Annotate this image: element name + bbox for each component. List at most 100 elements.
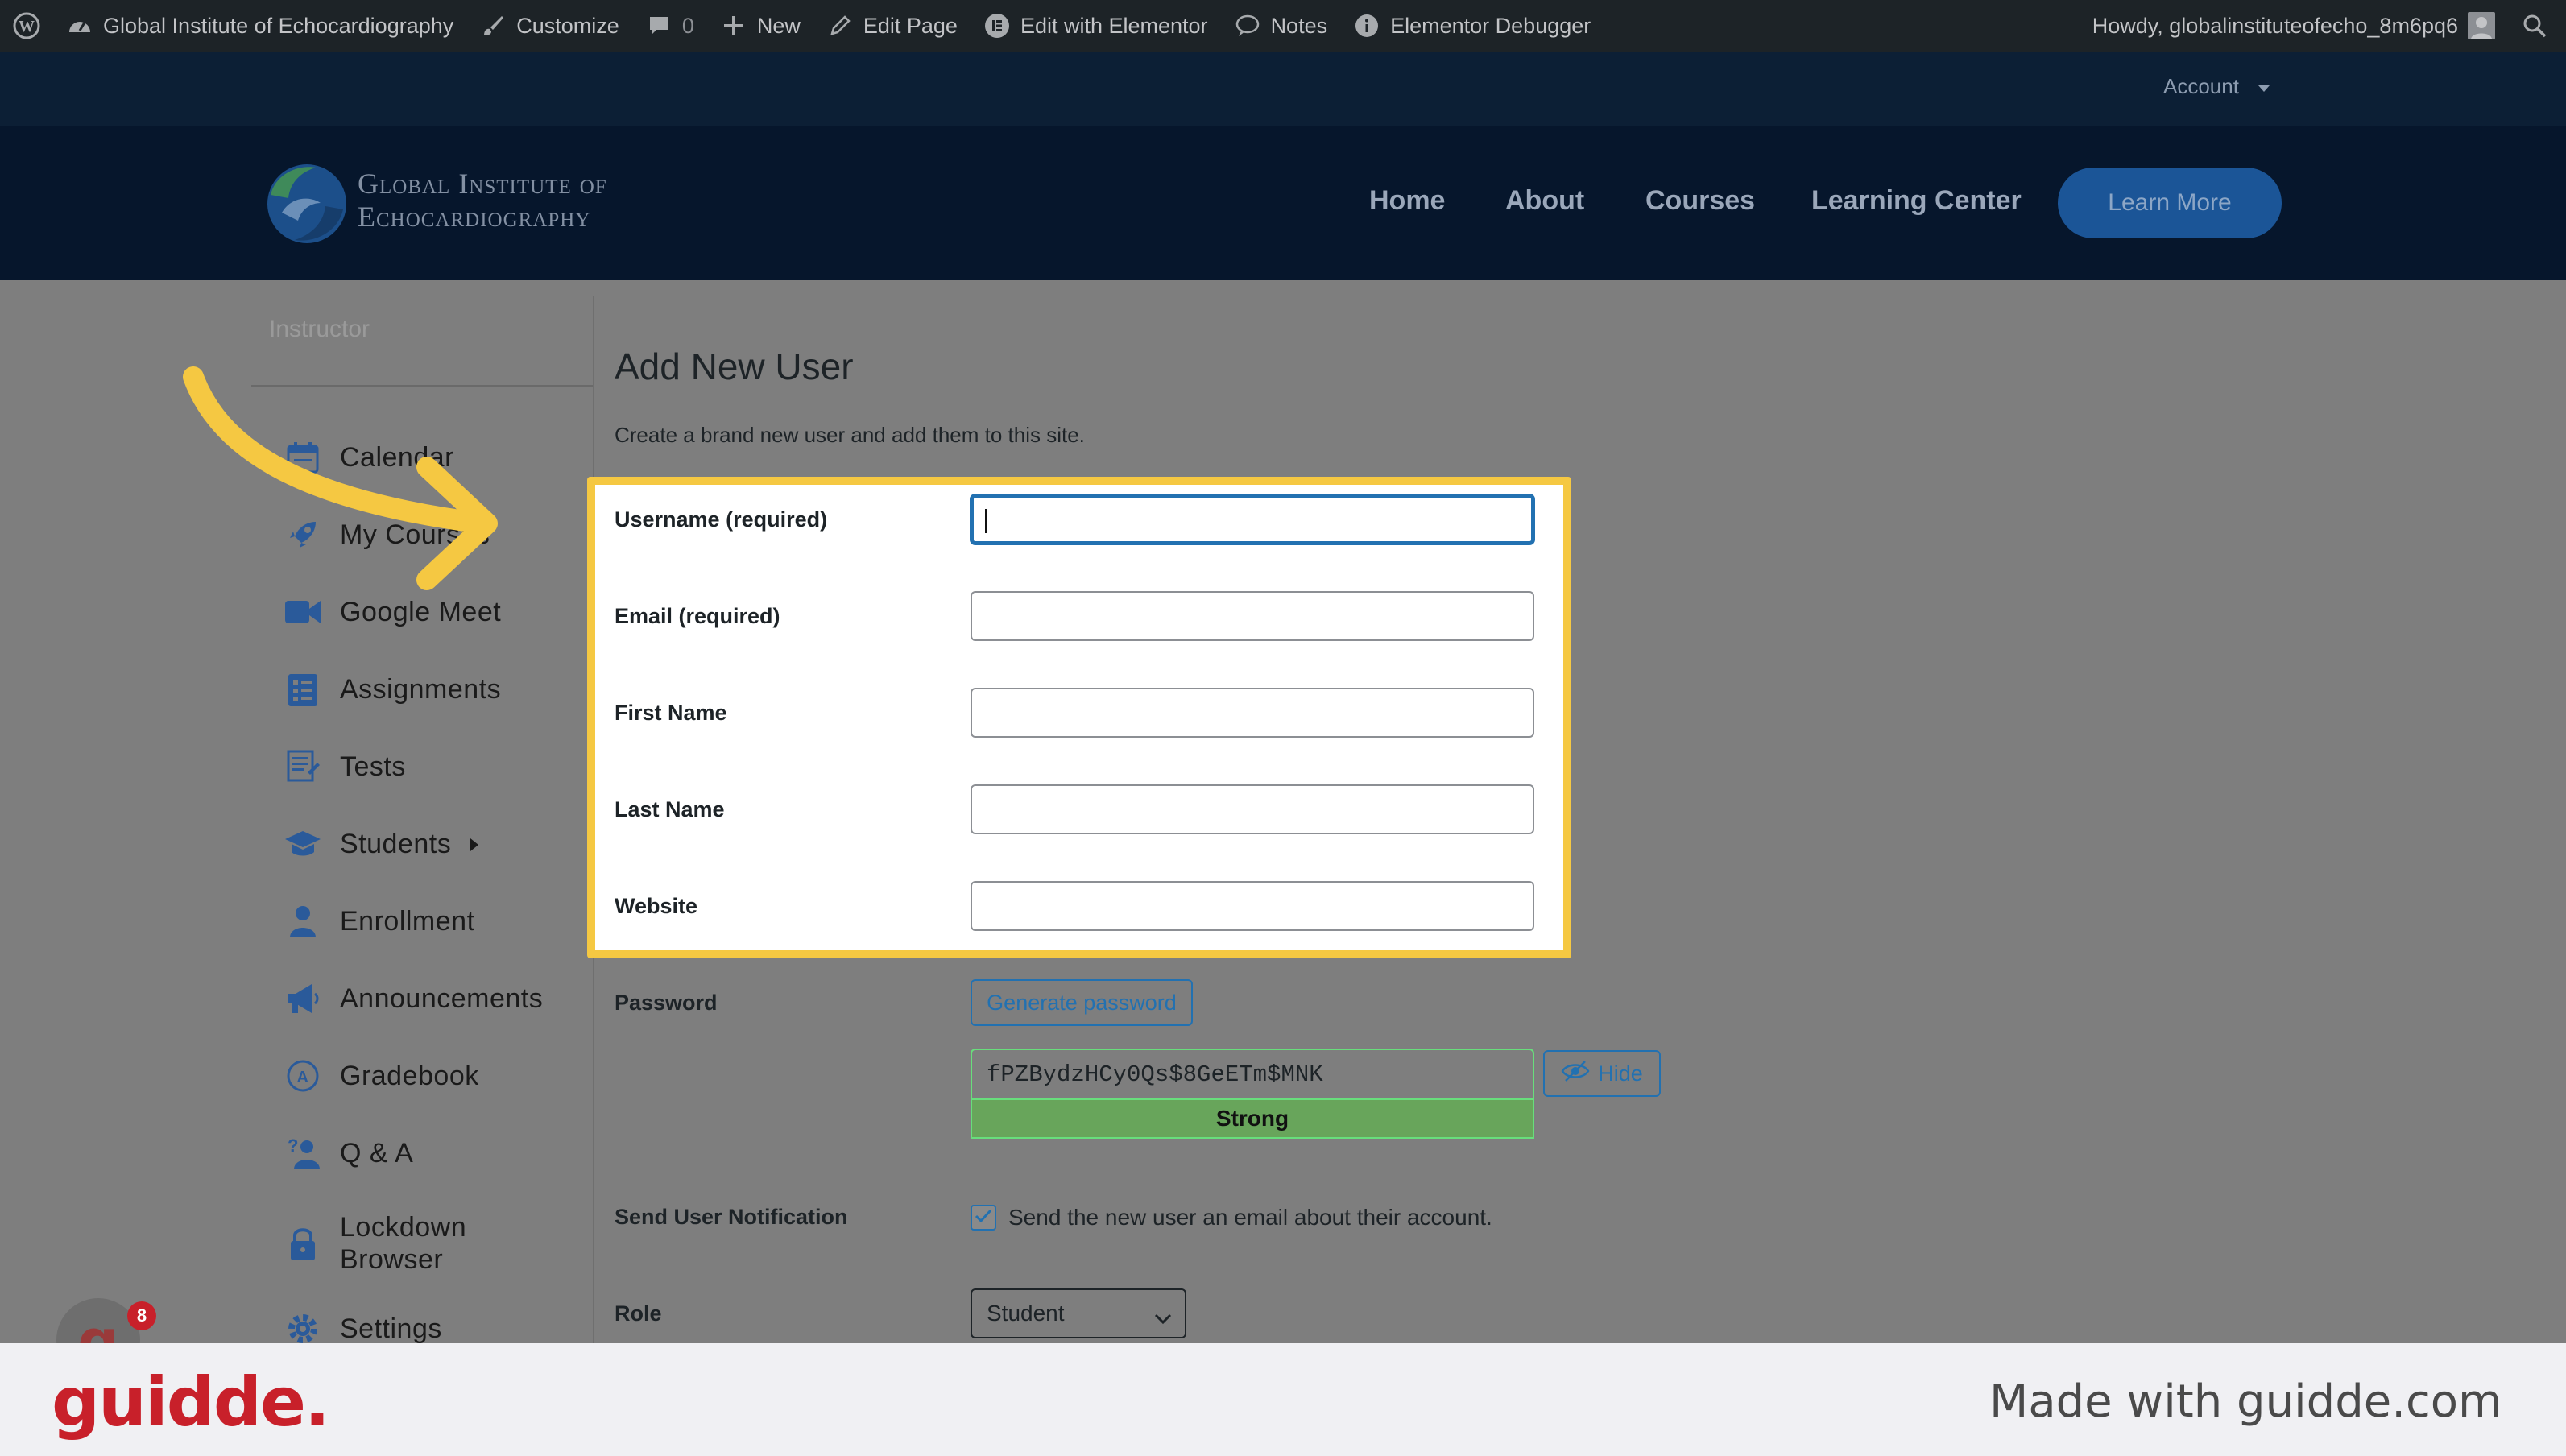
my-account-menu[interactable]: Howdy, globalinstituteofecho_8m6pq6 xyxy=(2080,0,2508,52)
sidebar-item-label: Enrollment xyxy=(340,905,475,937)
site-name-menu[interactable]: Global Institute of Echocardiography xyxy=(53,0,466,52)
password-strength-meter: Strong xyxy=(971,1098,1534,1139)
lock-icon xyxy=(284,1224,322,1263)
sidebar-item-gradebook[interactable]: A Gradebook xyxy=(284,1057,479,1095)
email-label: Email (required) xyxy=(615,604,780,628)
comments-link[interactable]: 0 xyxy=(632,0,707,52)
annotation-arrow xyxy=(161,354,515,612)
sidebar-section-title: Instructor xyxy=(269,316,370,342)
megaphone-icon xyxy=(284,979,322,1018)
pencil-icon xyxy=(826,12,854,39)
wp-admin-bar: W Global Institute of Echocardiography C… xyxy=(0,0,2566,52)
website-field[interactable] xyxy=(971,881,1534,931)
page-title: Add New User xyxy=(615,345,854,387)
paintbrush-icon xyxy=(479,12,507,39)
sidebar-item-label: Students xyxy=(340,828,452,859)
chevron-down-icon xyxy=(1154,1305,1172,1330)
sidebar-item-label: Settings xyxy=(340,1313,442,1344)
notes-link[interactable]: Notes xyxy=(1221,0,1341,52)
search-icon xyxy=(2521,12,2548,39)
edit-with-elementor-link[interactable]: Edit with Elementor xyxy=(971,0,1221,52)
checkmark-icon xyxy=(975,1209,992,1227)
sidebar-item-lockdown-browser[interactable]: Lockdown Browser xyxy=(284,1211,501,1276)
comment-bubble-icon xyxy=(645,12,673,39)
dashboard-gauge-icon xyxy=(66,12,93,39)
password-field[interactable]: fPZBydzHCy0Qs$8GeETm$MNK xyxy=(971,1049,1534,1098)
customize-label: Customize xyxy=(516,13,619,38)
hide-password-button[interactable]: Hide xyxy=(1543,1050,1661,1097)
generate-password-button[interactable]: Generate password xyxy=(971,979,1193,1026)
first-name-field[interactable] xyxy=(971,688,1534,738)
sidebar-item-label: Assignments xyxy=(340,673,502,705)
edit-page-link[interactable]: Edit Page xyxy=(813,0,971,52)
edit-page-label: Edit Page xyxy=(863,13,958,38)
sidebar-item-announcements[interactable]: Announcements xyxy=(284,979,543,1018)
nav-learning-center[interactable]: Learning Center xyxy=(1811,185,2022,217)
edit-elementor-label: Edit with Elementor xyxy=(1020,13,1208,38)
made-with-guidde-text: Made with guidde.com xyxy=(1989,1375,2502,1428)
clipboard-list-icon xyxy=(284,670,322,709)
website-label: Website xyxy=(615,894,698,918)
send-notification-checkbox[interactable] xyxy=(971,1205,996,1231)
wordpress-menu[interactable]: W xyxy=(0,0,53,52)
new-content-menu[interactable]: New xyxy=(707,0,813,52)
eye-slash-icon xyxy=(1561,1060,1590,1088)
speech-bubble-icon xyxy=(1234,12,1261,39)
site-logo-text[interactable]: Global Institute of Echocardiography xyxy=(358,168,607,234)
sidebar-item-students[interactable]: Students xyxy=(284,825,480,863)
caret-right-icon xyxy=(469,829,480,860)
sidebar-item-qa[interactable]: ? Q & A xyxy=(284,1134,413,1173)
admin-search-button[interactable] xyxy=(2508,0,2566,52)
svg-text:?: ? xyxy=(288,1135,299,1156)
sidebar-item-label: Tests xyxy=(340,751,406,782)
svg-text:W: W xyxy=(19,18,35,35)
last-name-field[interactable] xyxy=(971,784,1534,834)
user-icon xyxy=(284,902,322,941)
email-field[interactable] xyxy=(971,591,1534,641)
role-selected-value: Student xyxy=(987,1301,1065,1326)
comments-count: 0 xyxy=(681,13,694,38)
site-header: Global Institute of Echocardiography Hom… xyxy=(0,126,2566,280)
caret-down-icon xyxy=(2257,74,2271,99)
customize-link[interactable]: Customize xyxy=(466,0,632,52)
elementor-icon xyxy=(983,12,1011,39)
hide-label: Hide xyxy=(1598,1061,1643,1086)
send-notification-label: Send User Notification xyxy=(615,1205,848,1229)
graduation-cap-icon xyxy=(284,825,322,863)
username-field[interactable] xyxy=(971,494,1534,544)
send-notification-text[interactable]: Send the new user an email about their a… xyxy=(1008,1205,1492,1231)
account-dropdown[interactable]: Account xyxy=(2163,74,2271,99)
sidebar-item-label: Lockdown Browser xyxy=(340,1212,467,1275)
sidebar-item-settings[interactable]: Settings xyxy=(284,1309,442,1348)
guidde-logo[interactable]: guidde. xyxy=(52,1363,330,1442)
elementor-debugger-link[interactable]: Elementor Debugger xyxy=(1340,0,1604,52)
sidebar-item-assignments[interactable]: Assignments xyxy=(284,670,501,709)
wordpress-logo-icon: W xyxy=(13,12,40,39)
new-label: New xyxy=(756,13,801,38)
test-sheet-icon xyxy=(284,747,322,786)
info-icon xyxy=(1353,12,1380,39)
nav-courses[interactable]: Courses xyxy=(1645,185,1755,217)
role-label: Role xyxy=(615,1301,662,1326)
password-label: Password xyxy=(615,991,718,1015)
sidebar-item-enrollment[interactable]: Enrollment xyxy=(284,902,475,941)
grade-badge-icon: A xyxy=(284,1057,322,1095)
nav-about[interactable]: About xyxy=(1505,185,1584,217)
guidde-footer: guidde. Made with guidde.com xyxy=(0,1343,2566,1456)
account-label: Account xyxy=(2163,74,2239,98)
site-logo-icon[interactable] xyxy=(266,163,348,245)
learn-more-button[interactable]: Learn More xyxy=(2058,168,2282,238)
svg-text:A: A xyxy=(297,1069,309,1086)
gear-icon xyxy=(284,1309,322,1348)
howdy-label: Howdy, globalinstituteofecho_8m6pq6 xyxy=(2092,13,2458,38)
logo-line-2: Echocardiography xyxy=(358,201,591,233)
logo-line-1: Global Institute of xyxy=(358,168,607,200)
site-name-label: Global Institute of Echocardiography xyxy=(103,13,454,38)
sidebar-item-tests[interactable]: Tests xyxy=(284,747,406,786)
role-select[interactable]: Student xyxy=(971,1288,1186,1338)
sidebar-item-label: Q & A xyxy=(340,1137,414,1169)
question-person-icon: ? xyxy=(284,1134,322,1173)
text-cursor xyxy=(985,509,987,533)
avatar xyxy=(2468,12,2495,39)
nav-home[interactable]: Home xyxy=(1369,185,1445,217)
